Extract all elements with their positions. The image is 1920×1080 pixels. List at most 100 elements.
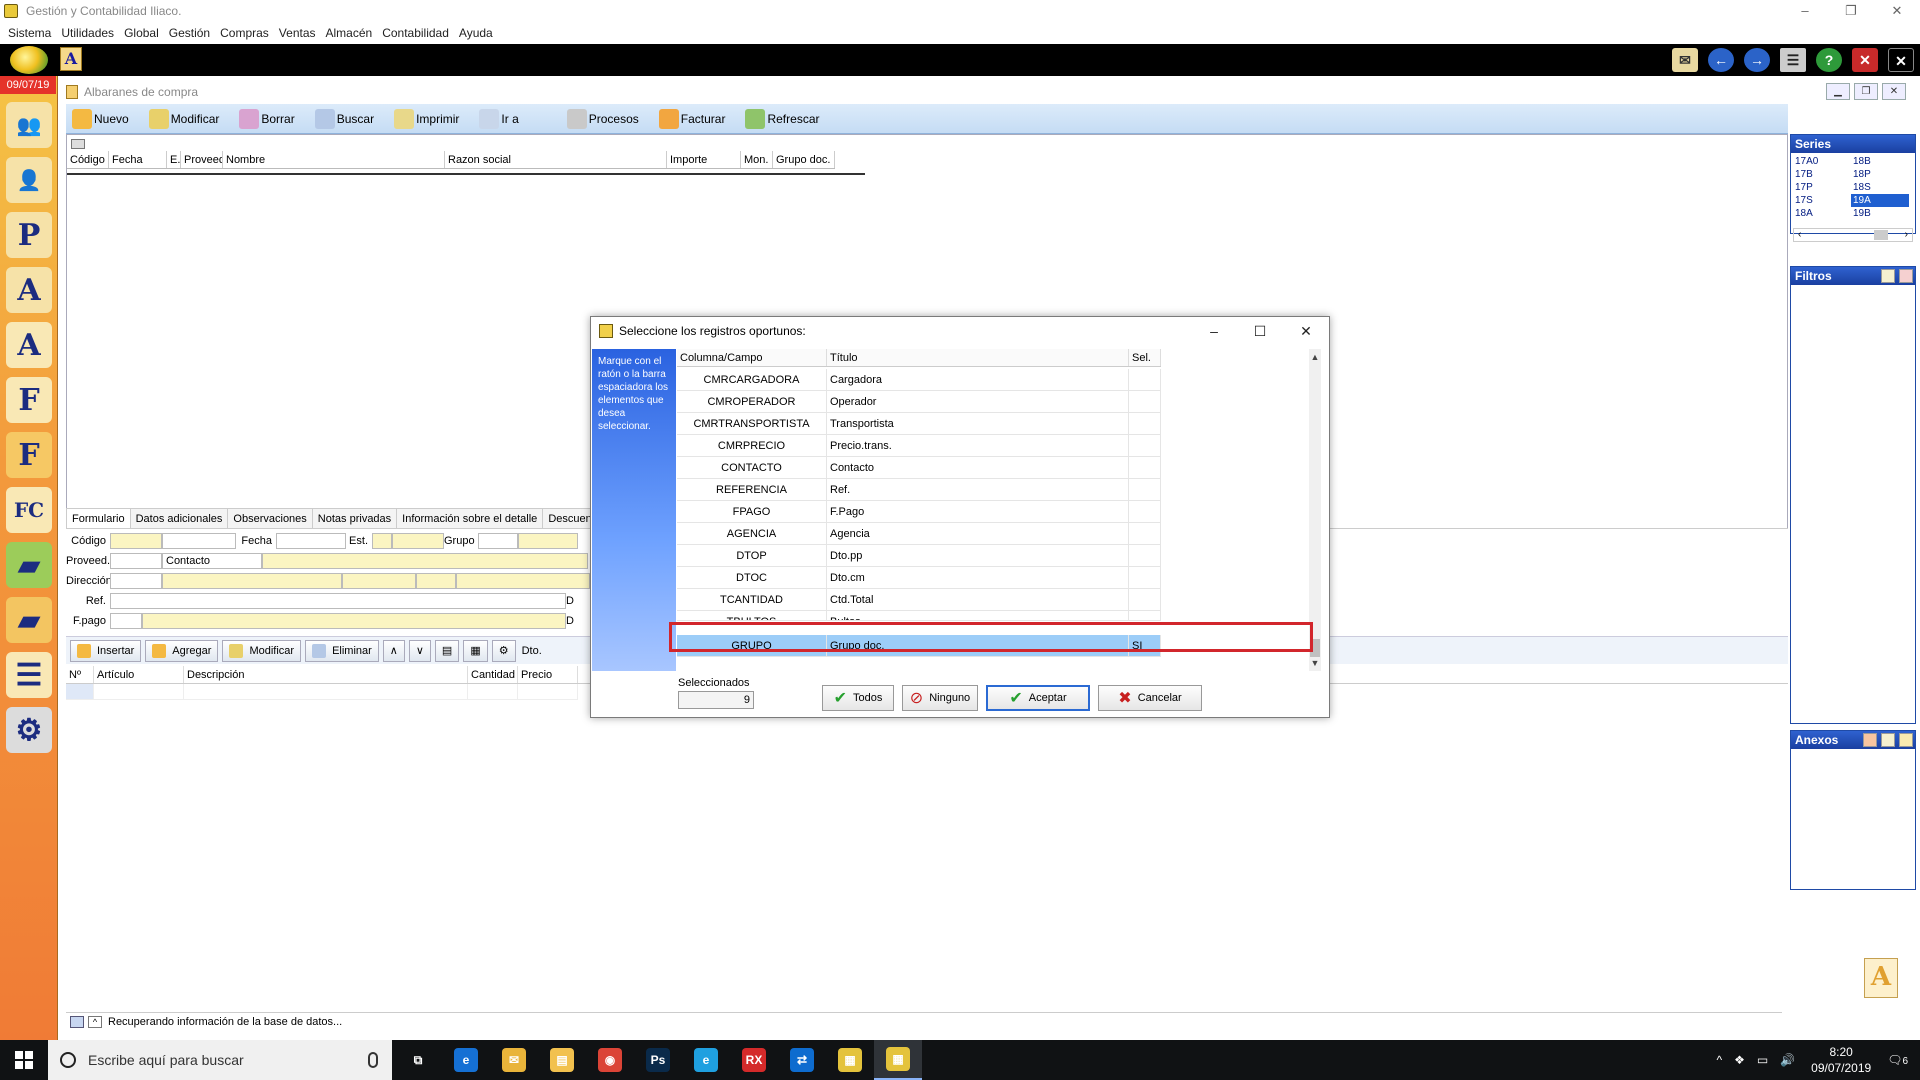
menu-compras[interactable]: Compras — [220, 26, 269, 40]
row-sel[interactable] — [1129, 589, 1161, 610]
ninguno-button[interactable]: ⊘ Ninguno — [902, 685, 978, 711]
grid-col-header[interactable]: Fecha — [109, 151, 167, 168]
move-up-icon[interactable]: ∧ — [382, 639, 405, 662]
line-cell-cantidad[interactable] — [468, 684, 518, 700]
col-titulo-header[interactable]: Título — [827, 349, 1129, 366]
row-sel[interactable] — [1129, 479, 1161, 500]
fpago-desc-field[interactable] — [142, 613, 566, 629]
modificar-button[interactable]: Modificar — [148, 108, 219, 129]
series-item[interactable]: 17S — [1793, 194, 1851, 207]
factura-venta-icon[interactable]: F — [6, 432, 52, 478]
forward-arrow-icon[interactable]: → — [1744, 48, 1770, 72]
col-sel-header[interactable]: Sel. — [1129, 349, 1161, 366]
eliminar-line-button[interactable]: Eliminar — [305, 639, 379, 662]
grid-col-header[interactable]: Código — [67, 151, 109, 168]
volume-icon[interactable]: 🔊 — [1780, 1053, 1795, 1067]
procesos-button[interactable]: Procesos — [566, 108, 639, 129]
minimize-button[interactable]: – — [1782, 0, 1828, 22]
series-item[interactable]: 18P — [1851, 168, 1909, 181]
series-item[interactable]: 19A — [1851, 194, 1909, 207]
fields-grid-scrollbar[interactable]: ▲ ▼ — [1309, 349, 1321, 671]
tab-3[interactable]: Observaciones — [227, 508, 313, 528]
fields-grid-row[interactable]: DTOP Dto.pp — [677, 545, 1161, 567]
fields-grid-row[interactable]: AGENCIA Agencia — [677, 523, 1161, 545]
row-sel[interactable] — [1129, 391, 1161, 412]
fields-grid-row[interactable]: CMROPERADOR Operador — [677, 391, 1161, 413]
col-campo-header[interactable]: Columna/Campo — [677, 349, 827, 366]
chrome-taskbar-button[interactable]: ◉ — [586, 1040, 634, 1080]
grid-col-header[interactable]: Grupo doc. — [773, 151, 835, 168]
tab-1[interactable]: Formulario — [66, 508, 131, 528]
codigo-field[interactable] — [110, 533, 162, 549]
scroll-up-icon[interactable]: ▲ — [1309, 351, 1321, 363]
move-down-icon[interactable]: ∨ — [408, 639, 431, 662]
row-sel[interactable] — [1129, 501, 1161, 522]
windows-list-icon[interactable]: ☰ — [1780, 48, 1806, 72]
series-item[interactable]: 17A0 — [1793, 155, 1851, 168]
ie-taskbar-button[interactable]: e — [682, 1040, 730, 1080]
child-minimize-button[interactable]: ▁ — [1826, 83, 1850, 100]
exit-icon[interactable]: ✕ — [1888, 48, 1914, 72]
calendar-icon[interactable]: ▦ — [463, 639, 488, 662]
menu-ayuda[interactable]: Ayuda — [459, 26, 493, 40]
mail-folder-taskbar-button[interactable]: ✉ — [490, 1040, 538, 1080]
fields-grid-row-grupo[interactable]: GRUPO Grupo doc. SI — [677, 635, 1161, 657]
fields-grid-row[interactable]: DTOC Dto.cm — [677, 567, 1161, 589]
imprimir-button[interactable]: Imprimir — [394, 108, 459, 129]
herramientas-icon[interactable]: ⚙ — [6, 707, 52, 753]
settings-icon[interactable]: ⚙ — [491, 639, 516, 662]
clientes-icon[interactable]: 👥 — [6, 102, 52, 148]
close-window-icon[interactable]: ✕ — [1852, 48, 1878, 72]
albaran-icon[interactable]: A — [6, 322, 52, 368]
scroll-left-icon[interactable]: ‹ — [1798, 229, 1801, 240]
child-close-button[interactable]: ✕ — [1882, 83, 1906, 100]
grid-empty-row[interactable] — [67, 169, 865, 175]
row-sel[interactable] — [1129, 611, 1161, 620]
document-icon[interactable]: ▤ — [434, 639, 460, 662]
series-item[interactable]: 17B — [1793, 168, 1851, 181]
line-col-header[interactable]: Nº — [66, 666, 94, 683]
show-hidden-icons-icon[interactable]: ^ — [1716, 1053, 1722, 1067]
borrar-button[interactable]: Borrar — [239, 108, 295, 129]
restore-button[interactable]: ❐ — [1828, 0, 1874, 22]
factura-compra-icon[interactable]: FC — [6, 487, 52, 533]
aceptar-button[interactable]: ✔ Aceptar — [986, 685, 1090, 711]
provincia-field[interactable] — [456, 573, 590, 589]
notifications-icon[interactable]: 🗨6 — [1887, 1053, 1908, 1067]
gestion-app-active-taskbar-button[interactable]: ▦ — [874, 1040, 922, 1080]
facturar-button[interactable]: Facturar — [658, 108, 725, 129]
tab-2[interactable]: Datos adicionales — [129, 508, 229, 528]
grid-col-header[interactable]: E. — [167, 151, 181, 168]
mail-icon[interactable]: ✉ — [1672, 48, 1698, 72]
status-expand-icon[interactable]: ^ — [88, 1015, 102, 1028]
row-sel[interactable] — [1129, 523, 1161, 544]
series-item[interactable]: 19B — [1851, 207, 1909, 220]
cancelar-button[interactable]: ✖ Cancelar — [1098, 685, 1202, 711]
almacen-icon[interactable]: ▰ — [6, 542, 52, 588]
line-col-header[interactable]: Artículo — [94, 666, 184, 683]
close-button[interactable]: ✕ — [1874, 0, 1920, 22]
series-item[interactable]: 18B — [1851, 155, 1909, 168]
row-sel[interactable] — [1129, 545, 1161, 566]
annexes-settings-icon[interactable] — [1881, 733, 1895, 747]
fields-grid-row[interactable]: CMRPRECIO Precio.trans. — [677, 435, 1161, 457]
proveed-field[interactable] — [110, 553, 162, 569]
tab-5[interactable]: Información sobre el detalle — [396, 508, 544, 528]
scroll-thumb[interactable] — [1874, 230, 1888, 240]
modificar-line-button[interactable]: Modificar — [222, 639, 302, 662]
menu-gestion[interactable]: Gestión — [169, 26, 210, 40]
agregar-line-button[interactable]: Agregar — [145, 639, 219, 662]
menu-utilidades[interactable]: Utilidades — [61, 26, 114, 40]
series-scrollbar[interactable]: ‹ › — [1793, 228, 1913, 242]
fields-grid-row[interactable]: CMRCARGADORA Cargadora — [677, 369, 1161, 391]
tab-4[interactable]: Notas privadas — [311, 508, 398, 528]
series-item[interactable]: 18A — [1793, 207, 1851, 220]
codigo-serie-field[interactable] — [162, 533, 236, 549]
buscar-button[interactable]: Buscar — [314, 108, 374, 129]
acreedor-icon[interactable]: A — [6, 267, 52, 313]
gestion-app-taskbar-button[interactable]: ▦ — [826, 1040, 874, 1080]
help-icon[interactable]: ? — [1816, 48, 1842, 72]
teamviewer-taskbar-button[interactable]: ⇄ — [778, 1040, 826, 1080]
dialog-minimize-button[interactable]: – — [1191, 317, 1237, 345]
photoshop-taskbar-button[interactable]: Ps — [634, 1040, 682, 1080]
